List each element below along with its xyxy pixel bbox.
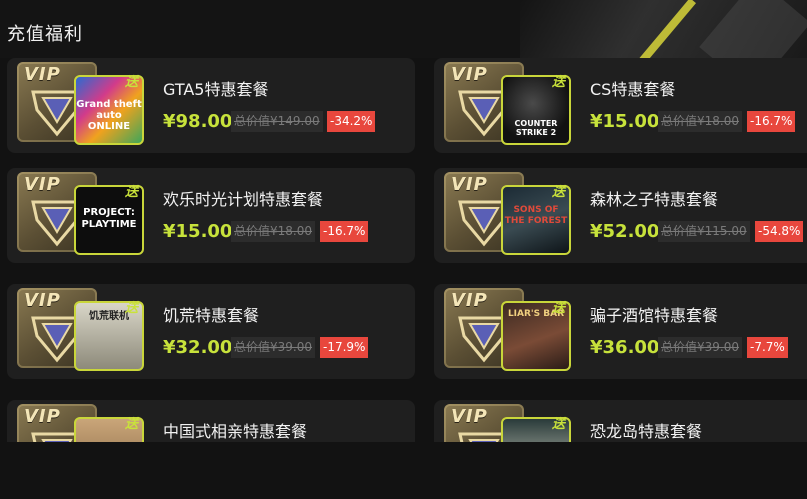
- cover-title: PROJECT: PLAYTIME: [81, 207, 137, 230]
- original-price: 总价值¥149.00: [231, 111, 323, 132]
- package-card-gta5[interactable]: VIP Grand theft auto ONLINE 送 GTA5特惠套餐 ¥…: [7, 58, 415, 153]
- vip-label: VIP: [451, 174, 488, 195]
- package-card-chinese-dating[interactable]: VIP 送 中国式相亲特惠套餐: [7, 400, 415, 442]
- vip-label: VIP: [24, 406, 61, 427]
- gift-tag: 送: [552, 75, 566, 90]
- original-price: 总价值¥18.00: [231, 221, 315, 242]
- cover-title: Grand theft auto ONLINE: [76, 99, 142, 132]
- discount-badge: -34.2%: [327, 111, 376, 132]
- gift-tag: 送: [125, 301, 139, 316]
- cover-title: COUNTER STRIKE 2: [514, 119, 558, 137]
- package-card-sons-of-the-forest[interactable]: VIP SONS OF THE FOREST 送 森林之子特惠套餐 ¥52.00…: [434, 168, 807, 263]
- package-card-cs[interactable]: VIP COUNTER STRIKE 2 送 CS特惠套餐 ¥15.00 总价值…: [434, 58, 807, 153]
- package-name: 饥荒特惠套餐: [163, 306, 260, 325]
- discount-badge: -16.7%: [320, 221, 369, 242]
- header-bar: 充值福利: [0, 0, 807, 58]
- discount-badge: -7.7%: [747, 337, 788, 358]
- gift-tag: 送: [552, 185, 566, 200]
- discount-badge: -16.7%: [747, 111, 796, 132]
- package-name: 中国式相亲特惠套餐: [163, 422, 308, 441]
- package-card-project-playtime[interactable]: VIP PROJECT: PLAYTIME 送 欢乐时光计划特惠套餐 ¥15.0…: [7, 168, 415, 263]
- package-price: ¥52.00: [590, 221, 660, 242]
- package-card-liars-bar[interactable]: VIP LIAR'S BAR 送 骗子酒馆特惠套餐 ¥36.00 总价值¥39.…: [434, 284, 807, 379]
- original-price: 总价值¥39.00: [658, 337, 742, 358]
- original-price: 总价值¥18.00: [658, 111, 742, 132]
- package-price: ¥98.00: [163, 111, 233, 132]
- package-price: ¥15.00: [163, 221, 233, 242]
- gift-tag: 送: [552, 417, 566, 432]
- vip-label: VIP: [24, 174, 61, 195]
- original-price: 总价值¥39.00: [231, 337, 315, 358]
- vip-label: VIP: [451, 290, 488, 311]
- original-price: 总价值¥115.00: [658, 221, 750, 242]
- package-card-the-isle[interactable]: VIP 送 恐龙岛特惠套餐: [434, 400, 807, 442]
- vip-label: VIP: [24, 290, 61, 311]
- discount-badge: -17.9%: [320, 337, 369, 358]
- package-name: CS特惠套餐: [590, 80, 676, 99]
- vip-label: VIP: [451, 64, 488, 85]
- discount-badge: -54.8%: [755, 221, 804, 242]
- package-card-dont-starve[interactable]: VIP 饥荒联机 送 饥荒特惠套餐 ¥32.00 总价值¥39.00 -17.9…: [7, 284, 415, 379]
- gift-tag: 送: [125, 185, 139, 200]
- package-price: ¥15.00: [590, 111, 660, 132]
- vip-label: VIP: [24, 64, 61, 85]
- package-name: GTA5特惠套餐: [163, 80, 269, 99]
- package-name: 森林之子特惠套餐: [590, 190, 719, 209]
- package-name: 骗子酒馆特惠套餐: [590, 306, 719, 325]
- package-name: 恐龙岛特惠套餐: [590, 422, 703, 441]
- page-title: 充值福利: [7, 24, 83, 45]
- cover-title: SONS OF THE FOREST: [504, 205, 568, 226]
- gift-tag: 送: [125, 417, 139, 432]
- package-name: 欢乐时光计划特惠套餐: [163, 190, 324, 209]
- gift-tag: 送: [552, 301, 566, 316]
- package-price: ¥36.00: [590, 337, 660, 358]
- vip-label: VIP: [451, 406, 488, 427]
- bottom-area: [0, 442, 807, 499]
- package-list[interactable]: VIP Grand theft auto ONLINE 送 GTA5特惠套餐 ¥…: [0, 58, 807, 442]
- package-price: ¥32.00: [163, 337, 233, 358]
- gift-tag: 送: [125, 75, 139, 90]
